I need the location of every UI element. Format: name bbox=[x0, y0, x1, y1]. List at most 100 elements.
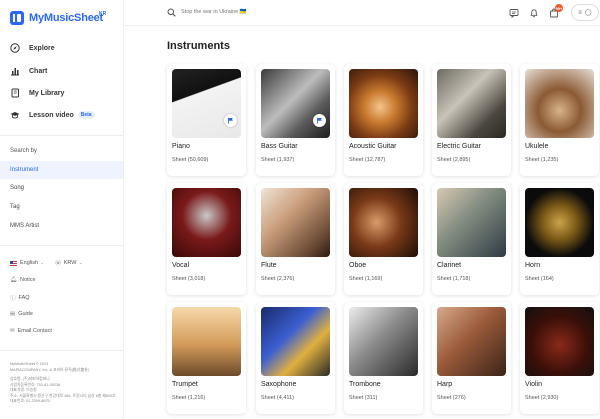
instrument-card[interactable]: Saxophone Sheet (4,411) bbox=[256, 302, 335, 414]
search-input[interactable]: Stop the war in Ukraine 🇺🇦 bbox=[181, 9, 247, 15]
instrument-card[interactable]: Ukulele Sheet (1,235) bbox=[520, 64, 599, 176]
instrument-thumbnail[interactable] bbox=[172, 307, 241, 376]
browse-item-tag[interactable]: Tag bbox=[0, 198, 123, 216]
flag-icon[interactable] bbox=[313, 114, 326, 127]
sheet-count: Sheet (1,235) bbox=[525, 157, 559, 163]
language-select[interactable]: English ⌄ bbox=[10, 260, 44, 266]
browse-item-mms-artist[interactable]: MMS Artist bbox=[0, 217, 123, 235]
sheet-count: Sheet (2,376) bbox=[261, 276, 295, 282]
nav-explore[interactable]: Explore bbox=[10, 43, 55, 53]
instrument-name: Ukulele bbox=[525, 143, 549, 150]
instrument-card[interactable]: Electric Guitar Sheet (2,895) bbox=[432, 64, 511, 176]
footer: MyMusicSheet © 2023 MAPIACOMPANY, Inc. &… bbox=[10, 362, 120, 405]
library-icon bbox=[10, 88, 20, 98]
link-notice-label: Notice bbox=[19, 277, 36, 283]
page-title: Instruments bbox=[167, 40, 230, 52]
top-header: Stop the war in Ukraine 🇺🇦 99+ ≡ ◯ bbox=[124, 0, 600, 26]
instrument-card[interactable]: Oboe Sheet (1,169) bbox=[344, 183, 423, 295]
beta-badge: Beta bbox=[77, 111, 95, 119]
link-email-contact[interactable]: ✉ Email Contact bbox=[10, 328, 52, 334]
currency-value: KRW bbox=[63, 260, 77, 266]
nav-lesson-video[interactable]: Lesson video Beta bbox=[10, 110, 95, 120]
instrument-card[interactable]: Bass Guitar Sheet (1,937) bbox=[256, 64, 335, 176]
graduation-cap-icon bbox=[10, 110, 20, 120]
instrument-name: Bass Guitar bbox=[261, 143, 298, 150]
sheet-count: Sheet (4,411) bbox=[261, 395, 294, 401]
chart-icon bbox=[10, 66, 20, 76]
link-guide-label: Guide bbox=[18, 311, 33, 317]
link-guide[interactable]: ▤ Guide bbox=[10, 311, 33, 317]
instrument-thumbnail[interactable] bbox=[261, 188, 330, 257]
instrument-name: Electric Guitar bbox=[437, 143, 481, 150]
sheet-count: Sheet (2,895) bbox=[437, 157, 471, 163]
browse-item-song[interactable]: Song bbox=[0, 179, 123, 197]
instrument-name: Acoustic Guitar bbox=[349, 143, 397, 150]
chat-icon[interactable] bbox=[509, 8, 519, 20]
sheet-count: Sheet (1,937) bbox=[261, 157, 295, 163]
sheet-count: Sheet (50,609) bbox=[172, 157, 209, 163]
sheet-count: Sheet (2,930) bbox=[525, 395, 559, 401]
instrument-card[interactable]: Vocal Sheet (3,018) bbox=[167, 183, 246, 295]
instrument-thumbnail[interactable] bbox=[525, 69, 594, 138]
instrument-thumbnail[interactable] bbox=[437, 69, 506, 138]
instrument-thumbnail[interactable] bbox=[261, 307, 330, 376]
book-icon: ▤ bbox=[10, 311, 16, 317]
instrument-name: Violin bbox=[525, 381, 542, 388]
sidebar: MyMusicSheet KR Explore Chart My Library… bbox=[0, 0, 124, 419]
instrument-card[interactable]: Clarinet Sheet (1,718) bbox=[432, 183, 511, 295]
instrument-thumbnail[interactable] bbox=[525, 307, 594, 376]
instrument-card[interactable]: Flute Sheet (2,376) bbox=[256, 183, 335, 295]
sidebar-divider bbox=[0, 245, 123, 246]
instrument-name: Vocal bbox=[172, 262, 190, 269]
instrument-name: Horn bbox=[525, 262, 541, 269]
link-notice[interactable]: 🔔︎ Notice bbox=[10, 277, 36, 283]
instrument-name: Harp bbox=[437, 381, 453, 388]
sidebar-divider bbox=[0, 135, 123, 136]
envelope-icon: ✉ bbox=[10, 328, 15, 334]
nav-library-label: My Library bbox=[29, 89, 65, 97]
cart-count-badge: 99+ bbox=[555, 4, 563, 12]
browse-item-instrument[interactable]: Instrument bbox=[0, 161, 123, 179]
brand-logo[interactable]: MyMusicSheet KR bbox=[10, 11, 107, 25]
nav-library[interactable]: My Library bbox=[10, 88, 64, 98]
nav-chart-label: Chart bbox=[29, 67, 48, 75]
instrument-thumbnail[interactable] bbox=[525, 188, 594, 257]
nav-chart[interactable]: Chart bbox=[10, 66, 47, 76]
instrument-thumbnail[interactable] bbox=[437, 307, 506, 376]
question-icon: ⓘ bbox=[10, 296, 16, 302]
footer-line: 대표번호: 02-2399-8870 bbox=[10, 399, 50, 403]
profile-menu-button[interactable]: ≡ ◯ bbox=[571, 4, 599, 21]
link-faq[interactable]: ⓘ FAQ bbox=[10, 294, 30, 302]
instrument-thumbnail[interactable] bbox=[349, 69, 418, 138]
instrument-name: Flute bbox=[261, 262, 277, 269]
instrument-card[interactable]: Horn Sheet (164) bbox=[520, 183, 599, 295]
coin-icon: ⓦ bbox=[55, 261, 61, 267]
instrument-thumbnail[interactable] bbox=[349, 307, 418, 376]
instrument-card[interactable]: Trumpet Sheet (1,216) bbox=[167, 302, 246, 414]
notification-bell-icon[interactable] bbox=[529, 8, 539, 20]
instrument-card[interactable]: Violin Sheet (2,930) bbox=[520, 302, 599, 414]
bell-icon: 🔔︎ bbox=[10, 277, 17, 283]
instrument-card[interactable]: Trombone Sheet (311) bbox=[344, 302, 423, 414]
instrument-card[interactable]: Piano Sheet (50,609) bbox=[167, 64, 246, 176]
avatar: ◯ bbox=[584, 10, 592, 16]
instrument-thumbnail[interactable] bbox=[437, 188, 506, 257]
browse-heading: Search by bbox=[10, 148, 38, 154]
sheet-count: Sheet (1,169) bbox=[349, 276, 383, 282]
sheet-count: Sheet (3,018) bbox=[172, 276, 206, 282]
region-label: KR bbox=[99, 11, 107, 17]
logo-icon bbox=[10, 11, 24, 25]
menu-icon: ≡ bbox=[578, 9, 582, 16]
search-icon[interactable] bbox=[167, 8, 176, 19]
flag-icon[interactable] bbox=[224, 114, 237, 127]
instrument-name: Trombone bbox=[349, 381, 381, 388]
instrument-card[interactable]: Harp Sheet (276) bbox=[432, 302, 511, 414]
us-flag-icon bbox=[10, 260, 17, 266]
instrument-thumbnail[interactable] bbox=[349, 188, 418, 257]
instrument-card[interactable]: Acoustic Guitar Sheet (12,787) bbox=[344, 64, 423, 176]
instrument-thumbnail[interactable] bbox=[172, 69, 241, 138]
instrument-thumbnail[interactable] bbox=[261, 69, 330, 138]
currency-select[interactable]: ⓦ KRW ⌄ bbox=[55, 259, 82, 267]
instrument-thumbnail[interactable] bbox=[172, 188, 241, 257]
instrument-name: Oboe bbox=[349, 262, 367, 269]
